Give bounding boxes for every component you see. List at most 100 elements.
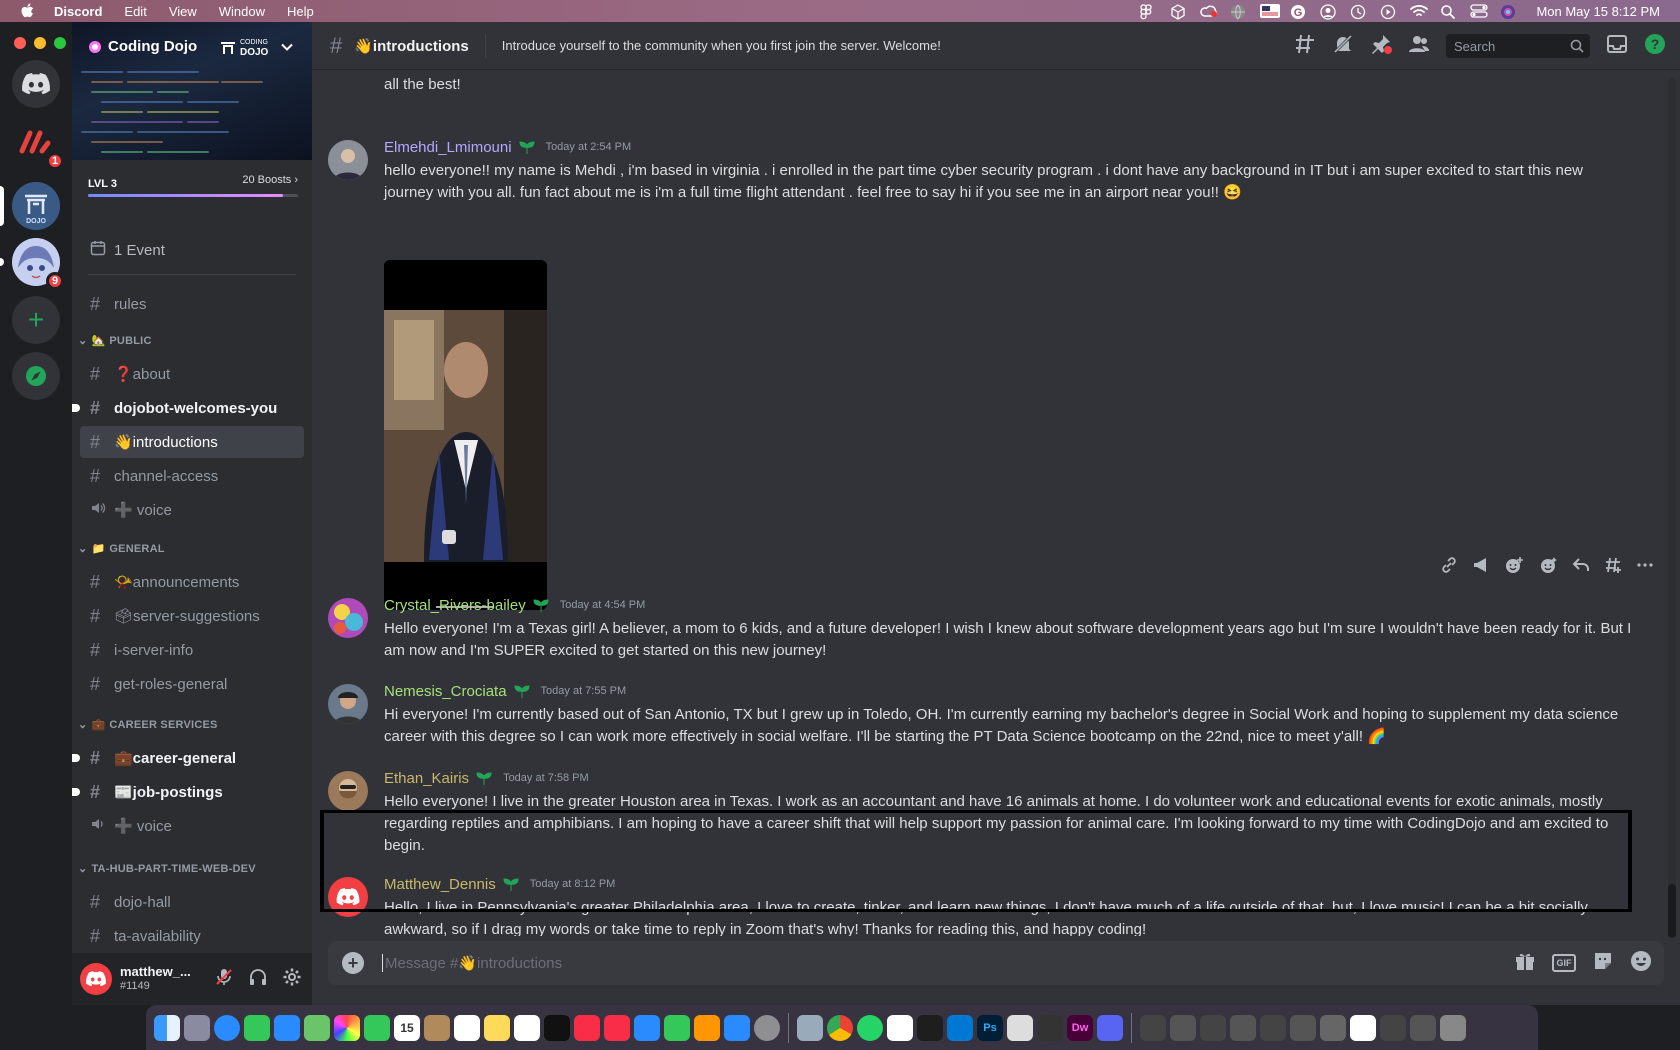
server-anime[interactable]: 9 — [12, 238, 64, 290]
channel-dojo-hall[interactable]: # dojo-hall — [80, 886, 304, 918]
user-avatar[interactable] — [80, 963, 112, 995]
super-reaction-icon[interactable] — [1538, 556, 1558, 579]
dock-minimized-window-5[interactable] — [1260, 1014, 1286, 1041]
message-composer[interactable]: + Message #👋introductions GIF — [328, 941, 1664, 985]
dock-minimized-window-8[interactable] — [1350, 1014, 1376, 1041]
pinned-messages-icon[interactable] — [1370, 33, 1392, 60]
dock-reminders-icon[interactable] — [454, 1014, 480, 1041]
chevron-down-icon[interactable] — [280, 40, 294, 54]
figma-icon[interactable] — [1140, 4, 1156, 20]
menu-view[interactable]: View — [169, 4, 197, 19]
user-name-block[interactable]: matthew_... #1149 — [120, 964, 191, 994]
time-machine-icon[interactable] — [1350, 4, 1366, 20]
author-name[interactable]: Elmehdi_Lmimouni — [384, 139, 512, 156]
dock-messages-icon[interactable] — [244, 1014, 270, 1041]
channel-about[interactable]: # ❓about — [80, 358, 304, 390]
channel-career-general[interactable]: # 💼career-general — [72, 742, 304, 774]
menu-app-name[interactable]: Discord — [54, 4, 102, 19]
play-icon[interactable] — [1380, 4, 1396, 20]
server-banner[interactable]: Coding Dojo CODING DOJO — [72, 22, 312, 160]
siri-icon[interactable] — [1500, 4, 1516, 19]
creative-cloud-icon[interactable] — [1200, 4, 1218, 18]
search-input[interactable]: Search — [1446, 34, 1590, 58]
dock-figma-icon[interactable] — [917, 1014, 943, 1041]
gif-button[interactable]: GIF — [1552, 954, 1576, 972]
box-icon[interactable] — [1170, 4, 1186, 20]
menu-edit[interactable]: Edit — [124, 4, 146, 19]
dock-unity-hub-icon[interactable] — [1037, 1014, 1063, 1041]
minimize-window-button[interactable] — [34, 37, 46, 49]
channel-ta-availability[interactable]: # ta-availability — [80, 920, 304, 952]
member-list-icon[interactable] — [1408, 33, 1430, 60]
channel-rules[interactable]: # rules — [80, 288, 304, 320]
attach-plus-button[interactable]: + — [342, 952, 364, 974]
user-avatar[interactable] — [328, 771, 368, 811]
megaphone-icon[interactable] — [1472, 556, 1490, 579]
dock-system-settings-icon[interactable] — [754, 1014, 780, 1041]
message-input[interactable]: Message #👋introductions — [382, 954, 562, 972]
emoji-picker-icon[interactable] — [1630, 950, 1652, 977]
grammarly-icon[interactable]: G — [1290, 4, 1306, 19]
dock-finder-icon[interactable] — [154, 1014, 180, 1041]
explore-servers-button[interactable] — [12, 352, 60, 400]
dock-numbers-icon[interactable] — [664, 1014, 690, 1041]
message-scrollbar[interactable] — [1668, 78, 1676, 938]
dock-textedit-icon[interactable] — [887, 1014, 913, 1041]
server-home[interactable] — [12, 60, 60, 108]
add-reaction-icon[interactable] — [1504, 556, 1524, 579]
dock-maps-icon[interactable] — [304, 1014, 330, 1041]
create-thread-icon[interactable] — [1604, 556, 1622, 579]
author-name[interactable]: Nemesis_Crociata — [384, 683, 507, 700]
reply-icon[interactable] — [1572, 556, 1590, 579]
channel-dojobot-welcomes-you[interactable]: # dojobot-welcomes-you — [72, 392, 304, 424]
control-center-icon[interactable] — [1470, 4, 1489, 18]
boost-progress[interactable]: LVL 3 20 Boosts › — [88, 174, 298, 197]
scrollbar-thumb[interactable] — [1668, 884, 1676, 938]
channel-channel-access[interactable]: # channel-access — [80, 460, 304, 492]
close-window-button[interactable] — [14, 37, 26, 49]
user-avatar[interactable] — [328, 140, 368, 180]
dock-minimized-window-10[interactable] — [1410, 1014, 1436, 1041]
dock-mail-icon[interactable] — [274, 1014, 300, 1041]
dock-keynote-icon[interactable] — [634, 1014, 660, 1041]
dock-minimized-window-2[interactable] — [1170, 1014, 1196, 1041]
keyboard-flag-icon[interactable] — [1260, 4, 1281, 18]
dock-safari-icon[interactable] — [214, 1014, 240, 1041]
mute-mic-icon[interactable] — [214, 967, 234, 992]
channel-i-server-info[interactable]: # i-server-info — [80, 634, 304, 666]
zoom-window-button[interactable] — [54, 37, 66, 49]
dock-notes-icon[interactable] — [484, 1014, 510, 1041]
link-icon[interactable] — [1440, 556, 1458, 579]
add-server-button[interactable]: + — [12, 296, 60, 344]
author-name[interactable]: Ethan_Kairis — [384, 770, 469, 787]
user-circle-icon[interactable] — [1320, 4, 1337, 20]
dock-preview-icon[interactable] — [797, 1014, 823, 1041]
category-general[interactable]: ⌄ 📁 GENERAL — [78, 542, 165, 556]
dock-calendar-icon[interactable]: 15 — [394, 1014, 420, 1041]
dock-minimized-window-6[interactable] — [1290, 1014, 1316, 1041]
dock-minimized-window-1[interactable] — [1140, 1014, 1166, 1041]
notification-bell-muted-icon[interactable] — [1332, 33, 1354, 60]
dock-discord-icon[interactable] — [1097, 1014, 1123, 1041]
server-red[interactable]: 1 — [12, 118, 64, 170]
dock-minimized-window-7[interactable] — [1320, 1014, 1346, 1041]
dock-music-icon[interactable] — [574, 1014, 600, 1041]
dock-minimized-window-3[interactable] — [1200, 1014, 1226, 1041]
server-name[interactable]: Coding Dojo — [88, 38, 197, 55]
menubar-clock[interactable]: Mon May 15 8:12 PM — [1536, 4, 1660, 19]
threads-icon[interactable] — [1294, 33, 1316, 60]
inbox-icon[interactable] — [1606, 33, 1628, 60]
category-ta-hub[interactable]: ⌄ TA-HUB-PART-TIME-WEB-DEV — [78, 862, 256, 876]
menu-help[interactable]: Help — [287, 4, 314, 19]
help-icon[interactable]: ? — [1644, 33, 1666, 60]
message-image-attachment[interactable] — [384, 260, 547, 610]
sticker-icon[interactable] — [1592, 950, 1614, 977]
channel-get-roles-general[interactable]: # get-roles-general — [80, 668, 304, 700]
headphones-icon[interactable] — [248, 967, 268, 992]
dock-contacts-icon[interactable] — [424, 1014, 450, 1041]
channel-introductions[interactable]: # 👋introductions — [80, 426, 304, 458]
dock-vscode-icon[interactable] — [947, 1014, 973, 1041]
user-avatar[interactable] — [328, 598, 368, 638]
channel-announcements[interactable]: # 📯announcements — [80, 566, 304, 598]
channel-voice-public[interactable]: ➕ voice — [80, 494, 304, 526]
